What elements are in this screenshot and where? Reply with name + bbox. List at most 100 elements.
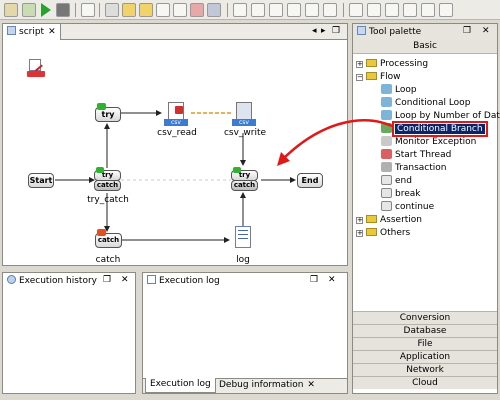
script-editor-panel: script ✕ ◂ ▸ ❐ try csv csv_read csv csv_… (2, 23, 348, 266)
same-width-icon[interactable] (349, 3, 363, 17)
log-label: log (236, 255, 250, 265)
tab-debug-information[interactable]: Debug information ✕ (215, 380, 319, 393)
category-network[interactable]: Network (353, 363, 497, 376)
monitor-exception-icon (381, 136, 392, 146)
tree-item-break[interactable]: break (381, 188, 420, 201)
debug-icon[interactable] (22, 3, 36, 17)
start-node[interactable]: Start (28, 173, 54, 188)
category-file[interactable]: File (353, 337, 497, 350)
memo-icon[interactable] (27, 59, 45, 79)
execution-history-panel: Execution history ❐ ✕ (2, 272, 136, 394)
category-cloud[interactable]: Cloud (353, 376, 497, 389)
grid-icon[interactable] (81, 3, 95, 17)
save-icon[interactable] (4, 3, 18, 17)
tree-item-monitor-exception[interactable]: Monitor Exception (381, 136, 476, 149)
arrow-right-icon (96, 167, 104, 173)
zoom-icon[interactable] (439, 3, 453, 17)
try-catch-end-node[interactable]: try catch (231, 167, 259, 194)
tab-execution-history[interactable]: Execution history (3, 273, 135, 289)
folder-icon (366, 228, 377, 236)
tab-left-arrow-icon[interactable]: ◂ (312, 26, 317, 36)
log-node[interactable] (235, 226, 251, 248)
folder-icon (366, 72, 377, 80)
start-thread-icon (381, 149, 392, 159)
execution-log-bottom-tabs: Execution log Debug information ✕ (143, 378, 347, 393)
close-icon[interactable]: ✕ (48, 27, 56, 37)
export-icon[interactable] (207, 3, 221, 17)
same-height-icon[interactable] (367, 3, 381, 17)
tab-tool-palette[interactable]: Tool palette (353, 24, 497, 40)
catch-node[interactable]: catch (95, 229, 122, 251)
maximize-icon[interactable]: ❐ (310, 275, 318, 285)
end-node[interactable]: End (297, 173, 323, 188)
tab-execution-log[interactable]: Execution log (145, 378, 216, 393)
continue-icon (381, 201, 392, 211)
palette-tree: + Processing − Flow Loop Conditional Loop … (353, 56, 500, 306)
open-folder-icon[interactable] (122, 3, 136, 17)
end-icon (381, 175, 392, 185)
close-icon[interactable]: ✕ (328, 275, 336, 285)
try-catch-node[interactable]: try catch (94, 167, 122, 194)
tree-item-assertion[interactable]: + Assertion (356, 214, 422, 227)
expand-icon[interactable]: + (356, 61, 363, 68)
close-icon[interactable]: ✕ (482, 26, 490, 36)
close-icon[interactable]: ✕ (307, 380, 315, 390)
run-icon[interactable] (41, 3, 51, 17)
align-bottom-icon[interactable] (323, 3, 337, 17)
maximize-icon[interactable]: ❐ (332, 26, 340, 36)
tree-item-conditional-branch[interactable]: Conditional Branch (381, 121, 488, 137)
expand-icon[interactable]: + (356, 217, 363, 224)
align-center-icon[interactable] (251, 3, 265, 17)
collapse-icon[interactable]: − (356, 74, 363, 81)
stop-icon[interactable] (56, 3, 70, 17)
maximize-icon[interactable]: ❐ (463, 26, 471, 36)
same-size-icon[interactable] (385, 3, 399, 17)
tab-script[interactable]: script ✕ (3, 24, 61, 40)
diagram-canvas[interactable]: try csv csv_read csv csv_write Start try… (3, 40, 347, 265)
tree-item-loop-by-number[interactable]: Loop by Number of Data (381, 110, 500, 123)
tree-item-start-thread[interactable]: Start Thread (381, 149, 451, 162)
break-icon (381, 188, 392, 198)
script-tabbar: script ✕ ◂ ▸ ❐ (3, 24, 347, 40)
csv-write-label: csv_write (223, 128, 267, 138)
maximize-icon[interactable]: ❐ (103, 275, 111, 285)
folder-icon[interactable] (139, 3, 153, 17)
conditional-branch-icon (381, 123, 392, 133)
history-icon (7, 275, 16, 284)
tree-item-end[interactable]: end (381, 175, 412, 188)
wrench-icon[interactable] (105, 3, 119, 17)
align-middle-icon[interactable] (305, 3, 319, 17)
tree-item-others[interactable]: + Others (356, 227, 410, 240)
distribute-icon[interactable] (403, 3, 417, 17)
category-basic[interactable]: Basic (353, 40, 497, 54)
tree-item-loop[interactable]: Loop (381, 84, 417, 97)
tool-palette-panel: Tool palette ❐ ✕ Basic + Processing − Flow… (352, 23, 500, 394)
close-icon[interactable]: ✕ (121, 275, 129, 285)
delete-icon[interactable] (190, 3, 204, 17)
category-conversion[interactable]: Conversion (353, 311, 497, 324)
log-icon (147, 275, 156, 284)
properties-icon[interactable] (173, 3, 187, 17)
category-database[interactable]: Database (353, 324, 497, 337)
tree-item-continue[interactable]: continue (381, 201, 434, 214)
tree-item-processing[interactable]: + Processing (356, 58, 428, 71)
tree-item-flow[interactable]: − Flow (356, 71, 401, 84)
expand-icon[interactable]: + (356, 230, 363, 237)
try-node[interactable]: try (95, 103, 121, 125)
csv-write-node[interactable]: csv (232, 102, 258, 126)
palette-icon (357, 26, 366, 35)
tree-item-conditional-loop[interactable]: Conditional Loop (381, 97, 470, 110)
tree-item-transaction[interactable]: Transaction (381, 162, 447, 175)
align-top-icon[interactable] (287, 3, 301, 17)
arrow-right-icon (233, 167, 241, 173)
tab-right-arrow-icon[interactable]: ▸ (321, 26, 326, 36)
loop-by-number-icon (381, 110, 392, 120)
document-icon[interactable] (156, 3, 170, 17)
snap-icon[interactable] (421, 3, 435, 17)
category-application[interactable]: Application (353, 350, 497, 363)
arrow-right-icon (97, 103, 106, 110)
align-left-icon[interactable] (233, 3, 247, 17)
loop-icon (381, 84, 392, 94)
align-right-icon[interactable] (269, 3, 283, 17)
csv-read-node[interactable]: csv (164, 102, 190, 126)
